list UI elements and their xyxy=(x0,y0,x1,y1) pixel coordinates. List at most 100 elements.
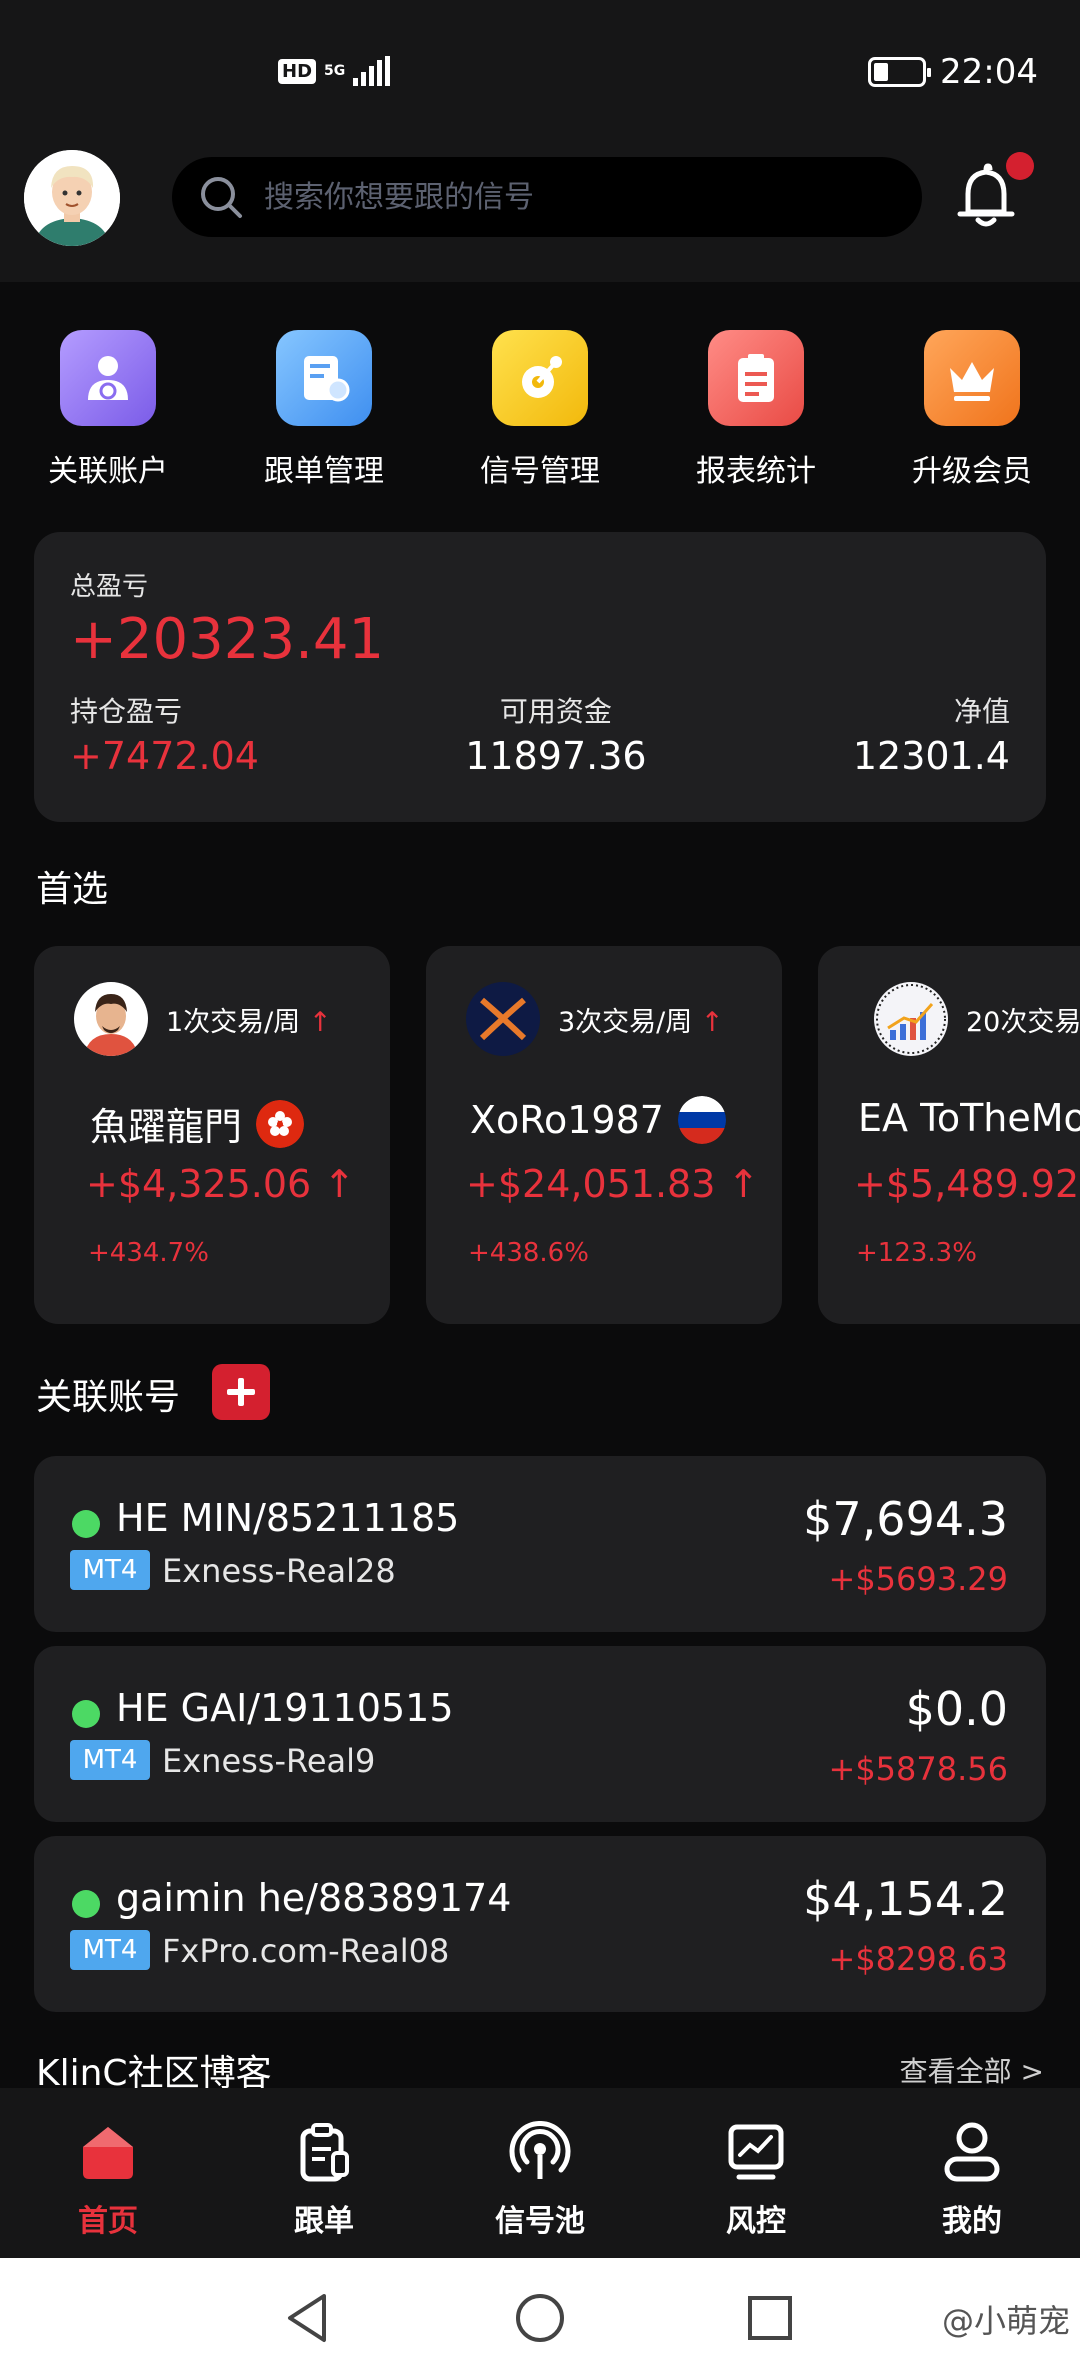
quick-link-account[interactable]: 关联账户 xyxy=(0,330,216,490)
monitor-chart-icon xyxy=(722,2118,790,2186)
back-button[interactable] xyxy=(280,2290,336,2346)
arrow-up-icon: ↑ xyxy=(700,1007,724,1038)
trade-frequency: 1次交易/周 xyxy=(166,1007,301,1038)
signal-return-pct: +123.3% xyxy=(856,1238,977,1268)
5g-indicator: 5G xyxy=(324,63,346,79)
pnl-summary-card[interactable]: 总盈亏 +20323.41 持仓盈亏 +7472.04 可用资金 11897.3… xyxy=(34,532,1046,822)
signal-card[interactable]: 1次交易/周 ↑ 魚躍龍門 +$4,325.06 ↑ +434.7% xyxy=(34,946,390,1324)
clipboard-icon xyxy=(290,2118,358,2186)
cell-signal-icon xyxy=(353,56,391,86)
signal-profit: +$4,325.06 xyxy=(86,1162,312,1206)
hd-indicator: HD xyxy=(278,58,317,84)
trade-frequency: 20次交易/周 xyxy=(966,1007,1080,1038)
quick-signal-manage[interactable]: 信号管理 xyxy=(432,330,648,490)
trade-frequency: 3次交易/周 xyxy=(558,1007,693,1038)
plus-icon xyxy=(227,1378,255,1406)
user-icon xyxy=(938,2118,1006,2186)
account-balance: $7,694.3 xyxy=(803,1492,1008,1546)
quick-report[interactable]: 报表统计 xyxy=(648,330,864,490)
system-nav-bar: @小萌宠 xyxy=(0,2258,1080,2376)
tab-copy[interactable]: 跟单 xyxy=(216,2088,432,2258)
quick-label: 跟单管理 xyxy=(264,454,384,489)
signal-manage-icon xyxy=(492,330,588,426)
favorites-title: 首选 xyxy=(36,869,109,910)
tab-label: 风控 xyxy=(726,2204,786,2239)
accounts-title: 关联账号 xyxy=(36,1377,181,1418)
account-server: Exness-Real28 xyxy=(162,1552,396,1590)
home-icon xyxy=(74,2118,142,2186)
tab-signal-pool[interactable]: 信号池 xyxy=(432,2088,648,2258)
total-pnl-label: 总盈亏 xyxy=(70,572,149,602)
signal-profit: +$24,051.83 xyxy=(466,1162,716,1206)
tab-profile[interactable]: 我的 xyxy=(864,2088,1080,2258)
quick-upgrade-vip[interactable]: 升级会员 xyxy=(864,330,1080,490)
account-server: FxPro.com-Real08 xyxy=(162,1932,450,1970)
online-status-dot xyxy=(72,1510,100,1538)
signal-indicators: HD 5G xyxy=(278,56,391,86)
signal-avatar xyxy=(466,982,540,1056)
arrow-up-icon: ↑ xyxy=(308,1007,332,1038)
account-card[interactable]: gaimin he/88389174 MT4 FxPro.com-Real08 … xyxy=(34,1836,1046,2012)
add-account-button[interactable] xyxy=(212,1364,270,1420)
back-triangle-icon xyxy=(288,2294,326,2342)
equity-label: 净值 xyxy=(953,695,1010,728)
account-balance: $0.0 xyxy=(905,1682,1008,1736)
signal-card[interactable]: 3次交易/周 ↑ XoRo1987 +$24,051.83 ↑ +438.6% xyxy=(426,946,782,1324)
signal-return-pct: +438.6% xyxy=(468,1238,589,1268)
quick-menu: 关联账户 跟单管理 信号管理 报表统计 升级会员 xyxy=(0,330,1080,490)
status-bar: HD 5G 22:04 xyxy=(0,0,1080,140)
quick-label: 报表统计 xyxy=(696,454,816,489)
account-server: Exness-Real9 xyxy=(162,1742,376,1780)
account-profit: +$5693.29 xyxy=(828,1560,1009,1598)
total-pnl-value: +20323.41 xyxy=(70,607,385,672)
quick-label: 信号管理 xyxy=(480,454,600,489)
signal-avatar xyxy=(874,982,948,1056)
watermark: @小萌宠 xyxy=(941,2302,1070,2340)
hong-kong-flag-icon xyxy=(256,1099,305,1148)
signal-name: EA ToTheMoon xyxy=(858,1096,1080,1140)
account-title: HE GAI/19110515 xyxy=(116,1686,454,1730)
online-status-dot xyxy=(72,1890,100,1918)
signal-card[interactable]: 20次交易/周 EA ToTheMoon +$5,489.92 ↑ +123.3… xyxy=(818,946,1080,1324)
view-all-link[interactable]: 查看全部 > xyxy=(900,2050,1044,2088)
home-circle-icon xyxy=(516,2294,564,2342)
link-account-icon xyxy=(60,330,156,426)
account-balance: $4,154.2 xyxy=(803,1872,1008,1926)
equity-value: 12301.4 xyxy=(852,734,1010,778)
platform-badge: MT4 xyxy=(70,1740,150,1780)
battery-icon xyxy=(868,57,932,87)
account-title: HE MIN/85211185 xyxy=(116,1496,460,1540)
recents-button[interactable] xyxy=(742,2290,798,2346)
bottom-tab-bar: 首页 跟单 信号池 风控 我的 xyxy=(0,2088,1080,2258)
tab-label: 跟单 xyxy=(294,2204,354,2239)
account-card[interactable]: HE GAI/19110515 MT4 Exness-Real9 $0.0 +$… xyxy=(34,1646,1046,1822)
quick-label: 升级会员 xyxy=(912,454,1032,489)
quick-copy-manage[interactable]: 跟单管理 xyxy=(216,330,432,490)
top-header xyxy=(0,140,1080,282)
notification-badge xyxy=(1006,152,1034,180)
platform-badge: MT4 xyxy=(70,1550,150,1590)
search-input[interactable] xyxy=(264,179,922,215)
floating-pnl-value: +7472.04 xyxy=(70,734,259,778)
copy-manage-icon xyxy=(276,330,372,426)
available-funds-label: 可用资金 xyxy=(499,695,612,728)
tab-home[interactable]: 首页 xyxy=(0,2088,216,2258)
signal-avatar xyxy=(74,982,148,1056)
search-bar[interactable] xyxy=(172,157,922,237)
arrow-up-icon: ↑ xyxy=(727,1162,760,1206)
tab-risk-control[interactable]: 风控 xyxy=(648,2088,864,2258)
blog-title: KlinC社区博客 xyxy=(36,2053,272,2088)
notification-button[interactable] xyxy=(952,152,1034,230)
home-button[interactable] xyxy=(512,2290,568,2346)
favorites-carousel[interactable]: 1次交易/周 ↑ 魚躍龍門 +$4,325.06 ↑ +434.7% 3次交易/… xyxy=(34,946,1080,1326)
account-profit: +$8298.63 xyxy=(828,1940,1009,1978)
floating-pnl-label: 持仓盈亏 xyxy=(70,695,183,728)
account-title: gaimin he/88389174 xyxy=(116,1876,512,1920)
account-card[interactable]: HE MIN/85211185 MT4 Exness-Real28 $7,694… xyxy=(34,1456,1046,1632)
platform-badge: MT4 xyxy=(70,1930,150,1970)
russia-flag-icon xyxy=(677,1096,726,1144)
report-icon xyxy=(708,330,804,426)
available-funds-value: 11897.36 xyxy=(465,734,647,778)
signal-name: 魚躍龍門 xyxy=(90,1105,243,1149)
user-avatar[interactable] xyxy=(24,150,120,246)
